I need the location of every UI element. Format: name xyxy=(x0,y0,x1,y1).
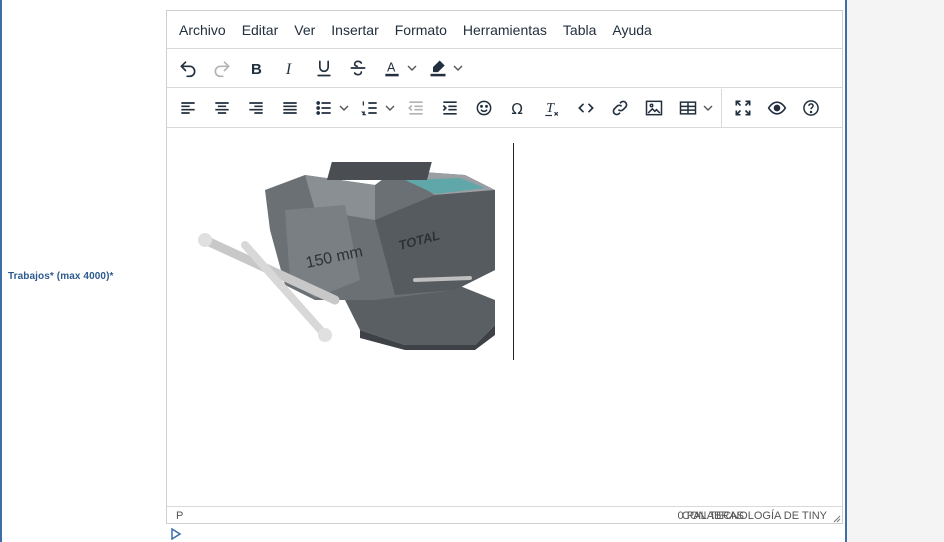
menu-editar[interactable]: Editar xyxy=(234,16,287,44)
redo-icon xyxy=(214,61,230,78)
align-right-icon xyxy=(249,101,263,114)
image-icon xyxy=(645,100,663,115)
code-button[interactable] xyxy=(569,93,603,123)
undo-button[interactable] xyxy=(171,53,205,83)
text-caret xyxy=(513,143,514,360)
menu-tabla[interactable]: Tabla xyxy=(555,16,604,44)
svg-text:T: T xyxy=(546,100,555,116)
preview-button[interactable] xyxy=(760,93,794,123)
align-right-button[interactable] xyxy=(239,93,273,123)
italic-button[interactable]: I xyxy=(273,53,307,83)
menu-herramientas[interactable]: Herramientas xyxy=(455,16,555,44)
highlight-color-button[interactable] xyxy=(421,53,455,83)
underline-icon xyxy=(317,60,331,77)
outdent-button[interactable] xyxy=(399,93,433,123)
bold-icon: B xyxy=(251,61,262,78)
image-button[interactable] xyxy=(637,93,671,123)
help-icon xyxy=(803,99,819,116)
svg-text:Ω: Ω xyxy=(511,99,522,117)
align-center-icon xyxy=(215,101,229,114)
text-color-button[interactable]: A xyxy=(375,53,409,83)
toolbar-primary: B I A xyxy=(167,49,842,88)
bold-button[interactable]: B xyxy=(239,53,273,83)
toolbar-separator xyxy=(721,88,722,127)
align-left-button[interactable] xyxy=(171,93,205,123)
strikethrough-button[interactable] xyxy=(341,53,375,83)
strikethrough-icon xyxy=(350,60,366,76)
outdent-icon xyxy=(408,100,423,115)
align-left-icon xyxy=(181,101,195,114)
special-char-icon: Ω xyxy=(511,99,522,117)
svg-text:B: B xyxy=(251,61,262,78)
menu-formato[interactable]: Formato xyxy=(387,16,455,44)
bullet-list-icon xyxy=(316,100,331,115)
numbered-list-icon xyxy=(360,100,377,115)
align-justify-icon xyxy=(283,101,297,114)
preview-icon xyxy=(767,100,787,115)
special-char-button[interactable]: Ω xyxy=(501,93,535,123)
table-icon xyxy=(679,100,697,115)
link-button[interactable] xyxy=(603,93,637,123)
indent-button[interactable] xyxy=(433,93,467,123)
svg-text:A: A xyxy=(387,60,396,74)
bullet-list-button[interactable] xyxy=(307,93,341,123)
page: Trabajos* (max 4000)* Archivo Editar Ver… xyxy=(0,0,944,542)
highlight-color-icon xyxy=(430,60,446,77)
powered-by-link[interactable]: CON TECNOLOGÍA DE TINY xyxy=(682,510,827,522)
menu-ver[interactable]: Ver xyxy=(286,16,323,44)
code-icon xyxy=(578,102,594,113)
emoji-icon xyxy=(476,100,492,115)
toolbar-secondary: Ω T xyxy=(167,88,842,128)
align-center-button[interactable] xyxy=(205,93,239,123)
fullscreen-button[interactable] xyxy=(726,93,760,123)
clear-format-icon: T xyxy=(545,100,559,116)
editor-content[interactable]: 150 mm TOTAL xyxy=(167,128,842,506)
align-justify-button[interactable] xyxy=(273,93,307,123)
text-color-icon: A xyxy=(385,60,399,77)
rich-text-editor: Archivo Editar Ver Insertar Formato Herr… xyxy=(166,10,843,524)
left-border xyxy=(0,0,2,542)
menubar: Archivo Editar Ver Insertar Formato Herr… xyxy=(167,11,842,49)
indent-icon xyxy=(442,100,457,115)
underline-button[interactable] xyxy=(307,53,341,83)
help-button[interactable] xyxy=(794,93,828,123)
element-path[interactable]: P xyxy=(176,510,183,522)
fullscreen-icon xyxy=(735,100,751,115)
italic-icon: I xyxy=(285,61,292,78)
emoji-button[interactable] xyxy=(467,93,501,123)
link-icon xyxy=(612,100,628,115)
field-label: Trabajos* (max 4000)* xyxy=(8,271,114,282)
menu-archivo[interactable]: Archivo xyxy=(171,16,234,44)
table-button[interactable] xyxy=(671,93,705,123)
clear-format-button[interactable]: T xyxy=(535,93,569,123)
resize-handle-icon[interactable] xyxy=(831,513,841,523)
undo-icon xyxy=(180,61,196,78)
menu-ayuda[interactable]: Ayuda xyxy=(604,16,659,44)
statusbar: P 0 PALABRAS CON TECNOLOGÍA DE TINY xyxy=(167,506,842,524)
bench-vise-image[interactable]: 150 mm TOTAL xyxy=(195,150,505,350)
redo-button[interactable] xyxy=(205,53,239,83)
right-panel xyxy=(845,0,944,542)
numbered-list-button[interactable] xyxy=(353,93,387,123)
play-icon[interactable] xyxy=(170,528,182,540)
svg-text:I: I xyxy=(285,61,292,78)
menu-insertar[interactable]: Insertar xyxy=(323,16,386,44)
